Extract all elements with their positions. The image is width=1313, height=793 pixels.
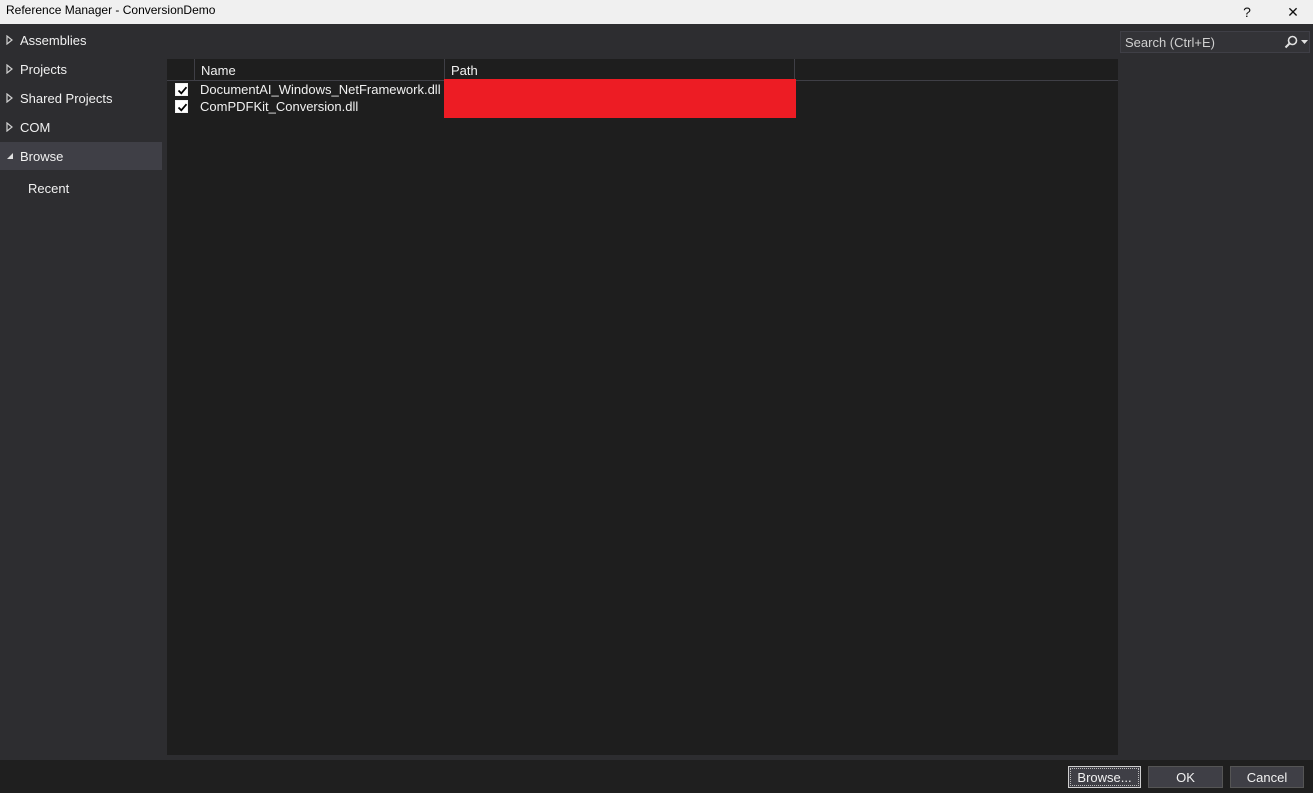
- help-button[interactable]: ?: [1230, 0, 1264, 24]
- row-name: DocumentAI_Windows_NetFramework.dll: [200, 82, 441, 97]
- nav-item-label: Shared Projects: [20, 91, 113, 106]
- column-header-check[interactable]: [167, 59, 195, 80]
- chevron-down-icon[interactable]: [1301, 40, 1308, 45]
- nav-item-label: COM: [20, 120, 51, 135]
- close-button[interactable]: ✕: [1276, 0, 1310, 24]
- browse-button[interactable]: Browse...: [1068, 766, 1141, 788]
- expand-arrow-icon: [6, 64, 13, 74]
- expand-arrow-icon: [6, 35, 13, 45]
- nav-item-shared-projects[interactable]: Shared Projects: [0, 84, 162, 112]
- checkmark-icon: [177, 103, 188, 112]
- checkmark-icon: [177, 86, 188, 95]
- nav-item-recent[interactable]: Recent: [0, 174, 162, 202]
- search-icon[interactable]: [1284, 35, 1298, 49]
- nav-item-label: Assemblies: [20, 33, 87, 48]
- nav-item-projects[interactable]: Projects: [0, 55, 162, 83]
- row-checkbox[interactable]: [175, 83, 188, 96]
- reference-list[interactable]: Name Path DocumentAI_Windows_NetFramewor…: [167, 59, 1118, 755]
- nav-item-assemblies[interactable]: Assemblies: [0, 26, 162, 54]
- nav-item-label: Projects: [20, 62, 67, 77]
- expand-arrow-icon: [6, 122, 13, 132]
- row-checkbox[interactable]: [175, 100, 188, 113]
- nav-item-label: Browse: [20, 149, 64, 164]
- nav-item-com[interactable]: COM: [0, 113, 162, 141]
- close-icon: ✕: [1287, 3, 1299, 20]
- search-box[interactable]: [1120, 31, 1310, 53]
- nav-item-label: Recent: [28, 181, 70, 196]
- window-title: Reference Manager - ConversionDemo: [6, 3, 216, 17]
- cancel-button[interactable]: Cancel: [1230, 766, 1304, 788]
- collapse-arrow-icon: [7, 153, 13, 159]
- row-name: ComPDFKit_Conversion.dll: [200, 99, 359, 114]
- expand-arrow-icon: [6, 93, 13, 103]
- nav-item-browse[interactable]: Browse: [0, 142, 162, 170]
- redacted-path-block: [444, 79, 796, 118]
- column-header-name[interactable]: Name: [195, 59, 445, 80]
- column-header-path[interactable]: Path: [445, 59, 795, 80]
- details-panel: [1118, 25, 1313, 760]
- search-input[interactable]: [1121, 32, 1281, 52]
- ok-button[interactable]: OK: [1148, 766, 1223, 788]
- title-bar: Reference Manager - ConversionDemo ? ✕: [0, 0, 1313, 24]
- category-nav: Assemblies Projects Shared Projects COM …: [0, 25, 162, 760]
